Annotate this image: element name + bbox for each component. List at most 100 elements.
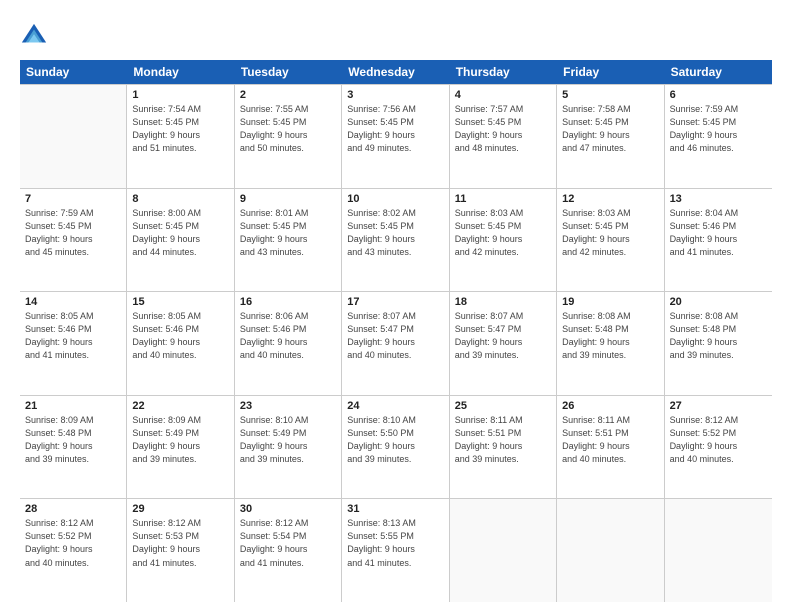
calendar-cell: 22Sunrise: 8:09 AM Sunset: 5:49 PM Dayli… (127, 396, 234, 499)
day-info: Sunrise: 7:56 AM Sunset: 5:45 PM Dayligh… (347, 103, 443, 155)
calendar-cell: 20 Sunrise: 8:08 AM Sunset: 5:48 PM Dayli… (665, 292, 772, 395)
day-number: 25 (455, 400, 551, 412)
day-number: 20 (670, 296, 767, 308)
day-info: Sunrise: 8:07 AM Sunset: 5:47 PM Dayligh… (347, 310, 443, 362)
day-number: 24 (347, 400, 443, 412)
day-info: Sunrise: 8:10 AM Sunset: 5:50 PM Dayligh… (347, 414, 443, 466)
logo-icon (20, 22, 48, 50)
day-number: 9 (240, 193, 336, 205)
day-number: 11 (455, 193, 551, 205)
day-info: Sunrise: 8:10 AM Sunset: 5:49 PM Dayligh… (240, 414, 336, 466)
day-number: 23 (240, 400, 336, 412)
calendar-cell: 4 Sunrise: 7:57 AM Sunset: 5:45 PM Daylig… (450, 85, 557, 188)
header-day-friday: Friday (557, 60, 664, 84)
day-info: Sunrise: 8:01 AM Sunset: 5:45 PM Dayligh… (240, 207, 336, 259)
calendar-week-3: 14 Sunrise: 8:05 AM Sunset: 5:46 PM Dayli… (20, 292, 772, 396)
day-info: Sunrise: 7:57 AM Sunset: 5:45 PM Dayligh… (455, 103, 551, 155)
calendar-cell: 28 Sunrise: 8:12 AM Sunset: 5:52 PM Dayli… (20, 499, 127, 602)
day-number: 15 (132, 296, 228, 308)
calendar-cell: 6 Sunrise: 7:59 AM Sunset: 5:45 PM Daylig… (665, 85, 772, 188)
day-info: Sunrise: 8:06 AM Sunset: 5:46 PM Dayligh… (240, 310, 336, 362)
day-info: Sunrise: 8:00 AM Sunset: 5:45 PM Dayligh… (132, 207, 228, 259)
calendar-cell: 17 Sunrise: 8:07 AM Sunset: 5:47 PM Dayli… (342, 292, 449, 395)
day-number: 26 (562, 400, 658, 412)
day-number: 29 (132, 503, 228, 515)
calendar-cell (557, 499, 664, 602)
day-number: 2 (240, 89, 336, 101)
day-info: Sunrise: 7:59 AM Sunset: 5:45 PM Dayligh… (670, 103, 767, 155)
header-day-thursday: Thursday (450, 60, 557, 84)
day-info: Sunrise: 8:05 AM Sunset: 5:46 PM Dayligh… (132, 310, 228, 362)
calendar-cell: 13 Sunrise: 8:04 AM Sunset: 5:46 PM Dayli… (665, 189, 772, 292)
calendar-cell: 24 Sunrise: 8:10 AM Sunset: 5:50 PM Dayli… (342, 396, 449, 499)
day-number: 18 (455, 296, 551, 308)
day-info: Sunrise: 8:12 AM Sunset: 5:53 PM Dayligh… (132, 517, 228, 569)
day-info: Sunrise: 8:13 AM Sunset: 5:55 PM Dayligh… (347, 517, 443, 569)
calendar-cell: 14 Sunrise: 8:05 AM Sunset: 5:46 PM Dayli… (20, 292, 127, 395)
calendar-cell: 30Sunrise: 8:12 AM Sunset: 5:54 PM Dayli… (235, 499, 342, 602)
header-day-tuesday: Tuesday (235, 60, 342, 84)
day-number: 17 (347, 296, 443, 308)
day-info: Sunrise: 8:11 AM Sunset: 5:51 PM Dayligh… (562, 414, 658, 466)
header-day-wednesday: Wednesday (342, 60, 449, 84)
day-number: 7 (25, 193, 121, 205)
calendar-week-1: 1 Sunrise: 7:54 AM Sunset: 5:45 PM Daylig… (20, 84, 772, 189)
calendar-cell: 8 Sunrise: 8:00 AM Sunset: 5:45 PM Daylig… (127, 189, 234, 292)
calendar-week-4: 21 Sunrise: 8:09 AM Sunset: 5:48 PM Dayli… (20, 396, 772, 500)
header-day-monday: Monday (127, 60, 234, 84)
calendar-cell: 9 Sunrise: 8:01 AM Sunset: 5:45 PM Daylig… (235, 189, 342, 292)
day-info: Sunrise: 8:12 AM Sunset: 5:52 PM Dayligh… (670, 414, 767, 466)
calendar-week-2: 7 Sunrise: 7:59 AM Sunset: 5:45 PM Daylig… (20, 189, 772, 293)
day-number: 28 (25, 503, 121, 515)
calendar-cell: 10 Sunrise: 8:02 AM Sunset: 5:45 PM Dayli… (342, 189, 449, 292)
day-info: Sunrise: 7:58 AM Sunset: 5:45 PM Dayligh… (562, 103, 658, 155)
day-number: 13 (670, 193, 767, 205)
calendar-cell (20, 85, 127, 188)
day-info: Sunrise: 7:55 AM Sunset: 5:45 PM Dayligh… (240, 103, 336, 155)
day-info: Sunrise: 8:07 AM Sunset: 5:47 PM Dayligh… (455, 310, 551, 362)
calendar-header: SundayMondayTuesdayWednesdayThursdayFrid… (20, 60, 772, 84)
header-day-sunday: Sunday (20, 60, 127, 84)
calendar-cell: 3 Sunrise: 7:56 AM Sunset: 5:45 PM Daylig… (342, 85, 449, 188)
day-info: Sunrise: 8:05 AM Sunset: 5:46 PM Dayligh… (25, 310, 121, 362)
day-number: 12 (562, 193, 658, 205)
calendar-cell: 15 Sunrise: 8:05 AM Sunset: 5:46 PM Dayli… (127, 292, 234, 395)
calendar-cell: 1 Sunrise: 7:54 AM Sunset: 5:45 PM Daylig… (127, 85, 234, 188)
calendar-week-5: 28 Sunrise: 8:12 AM Sunset: 5:52 PM Dayli… (20, 499, 772, 602)
day-number: 21 (25, 400, 121, 412)
day-info: Sunrise: 7:59 AM Sunset: 5:45 PM Dayligh… (25, 207, 121, 259)
day-number: 4 (455, 89, 551, 101)
day-number: 14 (25, 296, 121, 308)
day-number: 10 (347, 193, 443, 205)
day-info: Sunrise: 8:08 AM Sunset: 5:48 PM Dayligh… (670, 310, 767, 362)
calendar-cell: 5 Sunrise: 7:58 AM Sunset: 5:45 PM Daylig… (557, 85, 664, 188)
day-number: 22 (132, 400, 228, 412)
day-info: Sunrise: 8:02 AM Sunset: 5:45 PM Dayligh… (347, 207, 443, 259)
page: SundayMondayTuesdayWednesdayThursdayFrid… (0, 0, 792, 612)
calendar-cell: 23 Sunrise: 8:10 AM Sunset: 5:49 PM Dayli… (235, 396, 342, 499)
day-info: Sunrise: 8:12 AM Sunset: 5:52 PM Dayligh… (25, 517, 121, 569)
day-info: Sunrise: 8:03 AM Sunset: 5:45 PM Dayligh… (455, 207, 551, 259)
day-number: 30 (240, 503, 336, 515)
calendar-cell: 7 Sunrise: 7:59 AM Sunset: 5:45 PM Daylig… (20, 189, 127, 292)
calendar-cell (450, 499, 557, 602)
calendar-cell: 31Sunrise: 8:13 AM Sunset: 5:55 PM Dayli… (342, 499, 449, 602)
day-info: Sunrise: 8:03 AM Sunset: 5:45 PM Dayligh… (562, 207, 658, 259)
day-number: 3 (347, 89, 443, 101)
calendar-cell: 27Sunrise: 8:12 AM Sunset: 5:52 PM Dayli… (665, 396, 772, 499)
day-number: 6 (670, 89, 767, 101)
calendar-cell: 18 Sunrise: 8:07 AM Sunset: 5:47 PM Dayli… (450, 292, 557, 395)
day-number: 5 (562, 89, 658, 101)
calendar: SundayMondayTuesdayWednesdayThursdayFrid… (20, 60, 772, 602)
day-info: Sunrise: 7:54 AM Sunset: 5:45 PM Dayligh… (132, 103, 228, 155)
calendar-cell: 19Sunrise: 8:08 AM Sunset: 5:48 PM Dayli… (557, 292, 664, 395)
day-info: Sunrise: 8:09 AM Sunset: 5:48 PM Dayligh… (25, 414, 121, 466)
day-number: 16 (240, 296, 336, 308)
calendar-cell: 29 Sunrise: 8:12 AM Sunset: 5:53 PM Dayli… (127, 499, 234, 602)
header-day-saturday: Saturday (665, 60, 772, 84)
day-info: Sunrise: 8:04 AM Sunset: 5:46 PM Dayligh… (670, 207, 767, 259)
calendar-cell: 11 Sunrise: 8:03 AM Sunset: 5:45 PM Dayli… (450, 189, 557, 292)
day-number: 1 (132, 89, 228, 101)
calendar-cell: 12 Sunrise: 8:03 AM Sunset: 5:45 PM Dayli… (557, 189, 664, 292)
day-number: 8 (132, 193, 228, 205)
